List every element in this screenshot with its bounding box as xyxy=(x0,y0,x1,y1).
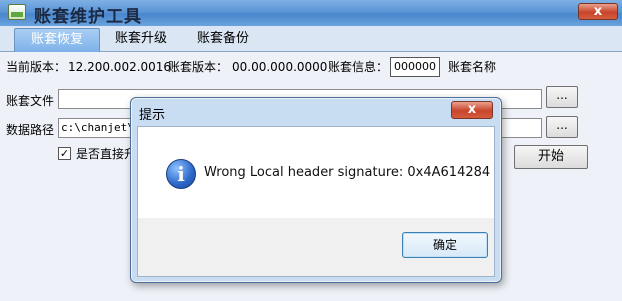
info-icon: i xyxy=(166,159,196,189)
window-close-button[interactable]: x xyxy=(578,3,618,20)
account-version-label: 账套版本： xyxy=(168,60,229,74)
tab-account-backup[interactable]: 账套备份 xyxy=(190,28,256,52)
account-code-field[interactable]: 000000 xyxy=(390,57,440,77)
browse-data-path-button[interactable]: ... xyxy=(546,116,578,138)
tab-account-upgrade[interactable]: 账套升级 xyxy=(108,28,174,52)
tab-account-restore[interactable]: 账套恢复 xyxy=(14,28,100,52)
message-dialog: 提示 x i Wrong Local header signature: 0x4… xyxy=(130,97,502,283)
direct-upgrade-checkbox[interactable]: ✓ xyxy=(58,147,71,160)
tab-strip: 账套恢复 账套升级 账套备份 xyxy=(0,26,622,52)
dialog-close-button[interactable]: x xyxy=(451,101,493,119)
app-icon xyxy=(8,4,26,20)
dialog-title: 提示 xyxy=(139,108,166,123)
direct-upgrade-label: 是否直接升 xyxy=(76,147,137,161)
ok-button[interactable]: 确定 xyxy=(402,232,488,258)
start-button[interactable]: 开始 xyxy=(514,145,588,169)
dialog-message: Wrong Local header signature: 0x4A614284 xyxy=(204,165,491,180)
browse-account-file-button[interactable]: ... xyxy=(546,86,578,108)
dialog-body: i Wrong Local header signature: 0x4A6142… xyxy=(137,126,495,277)
account-version-value: 00.00.000.0000 xyxy=(232,60,328,74)
account-name: 账套名称 xyxy=(448,60,497,74)
data-path-label: 数据路径 xyxy=(6,123,55,137)
window-title: 账套维护工具 xyxy=(34,7,142,27)
title-bar: 账套维护工具 x xyxy=(0,0,622,27)
dialog-message-area: i Wrong Local header signature: 0x4A6142… xyxy=(138,127,494,218)
account-file-label: 账套文件 xyxy=(6,94,55,108)
account-info-label: 账套信息： xyxy=(328,60,389,74)
current-version-value: 12.200.002.0016 xyxy=(68,60,172,74)
current-version-label: 当前版本： xyxy=(6,60,67,74)
